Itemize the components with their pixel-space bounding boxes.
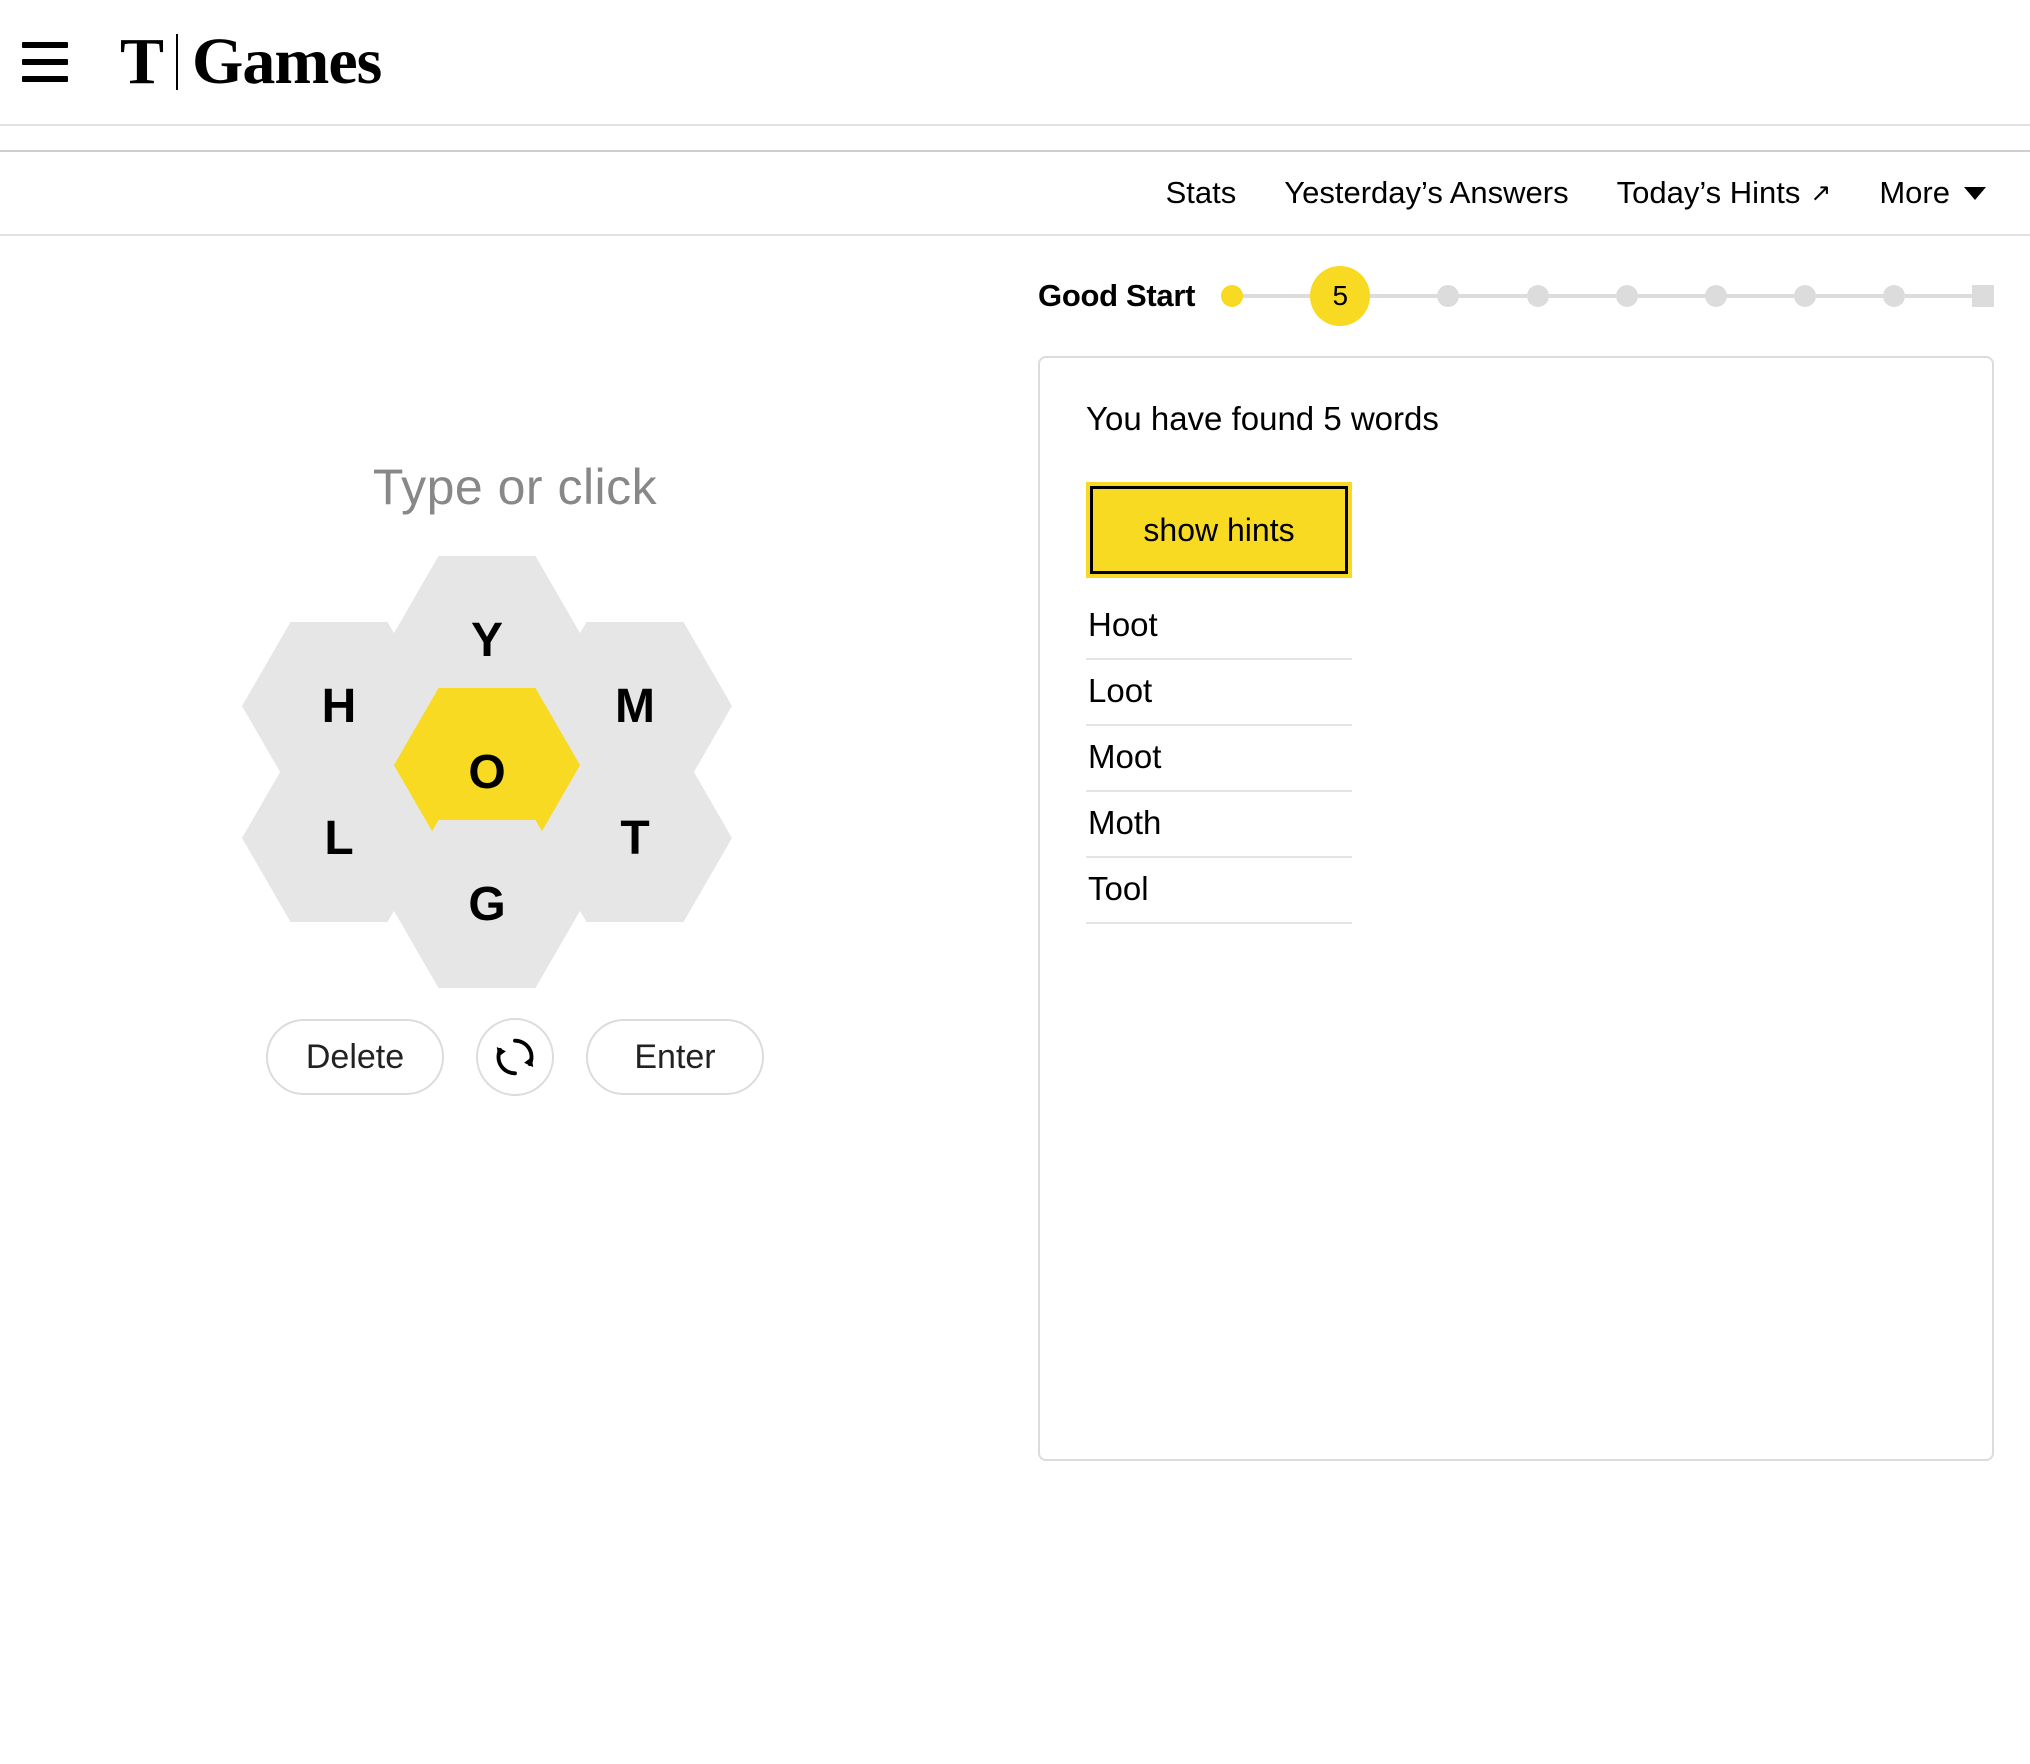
rank-queen-bee-marker[interactable] <box>1972 285 1995 307</box>
puzzle-column: Type or click Y H M O L T G Delete Enter <box>0 236 1030 1760</box>
hive-controls: Delete Enter <box>0 1018 1030 1096</box>
found-word-item[interactable]: Moth <box>1086 792 1352 858</box>
rank-line-segment <box>1548 294 1616 298</box>
hamburger-bar <box>22 76 68 82</box>
rank-line-segment <box>1459 294 1527 298</box>
external-link-icon: ↗ <box>1810 178 1832 207</box>
nav-label: Today’s Hints <box>1616 175 1801 210</box>
found-words-panel: You have found 5 words show hints Hoot L… <box>1038 356 1994 1461</box>
enter-button[interactable]: Enter <box>586 1019 764 1095</box>
found-words-list: Hoot Loot Moot Moth Tool <box>1086 594 1352 924</box>
logo-divider <box>176 34 179 90</box>
found-words-count: You have found 5 words <box>1086 400 1439 437</box>
rank-line-segment <box>1726 294 1794 298</box>
nav-label: Stats <box>1165 175 1237 210</box>
subnav-spacer <box>0 126 2030 152</box>
found-word-item[interactable]: Moot <box>1086 726 1352 792</box>
rank-dot[interactable] <box>1437 285 1460 307</box>
found-word-item[interactable]: Loot <box>1086 660 1352 726</box>
games-wordmark: Games <box>192 25 382 98</box>
nav-label: More <box>1879 175 1950 210</box>
nav-label: Yesterday’s Answers <box>1284 175 1569 210</box>
hamburger-menu-icon[interactable] <box>22 42 68 82</box>
main-content: Type or click Y H M O L T G Delete Enter <box>0 236 2030 1760</box>
nav-item-more[interactable]: More <box>1879 175 1986 211</box>
rank-progress-bar: Good Start 5 <box>1030 236 1995 356</box>
rank-label: Good Start <box>1038 278 1196 313</box>
rank-dot[interactable] <box>1615 285 1638 307</box>
rank-line-segment <box>1815 294 1883 298</box>
rank-track: 5 <box>1221 266 1995 326</box>
show-hints-button[interactable]: show hints <box>1086 482 1352 578</box>
shuffle-button[interactable] <box>476 1018 554 1096</box>
nyt-games-logo[interactable]: T Games <box>120 25 382 99</box>
subnav: Stats Yesterday’s Answers Today’s Hints … <box>0 152 2030 236</box>
hive-input-prompt[interactable]: Type or click <box>0 458 1030 516</box>
rank-line-segment <box>1637 294 1705 298</box>
rank-line-segment <box>1370 294 1438 298</box>
nyt-t-logo-icon: T <box>120 25 164 99</box>
hamburger-bar <box>22 59 68 65</box>
found-word-item[interactable]: Hoot <box>1086 594 1352 660</box>
rank-dot[interactable] <box>1793 285 1816 307</box>
rank-dot[interactable] <box>1882 285 1905 307</box>
rank-dot[interactable] <box>1526 285 1549 307</box>
nav-item-yesterdays-answers[interactable]: Yesterday’s Answers <box>1284 175 1568 211</box>
hamburger-bar <box>22 42 68 48</box>
found-word-item[interactable]: Tool <box>1086 858 1352 924</box>
shuffle-icon <box>496 1038 534 1076</box>
rank-line-segment <box>1904 294 1973 298</box>
hive: Y H M O L T G <box>242 556 762 988</box>
nav-item-todays-hints[interactable]: Today’s Hints ↗ <box>1617 175 1832 211</box>
rank-line-segment <box>1243 294 1311 298</box>
rank-dot-beginner[interactable] <box>1221 285 1244 307</box>
rank-dot[interactable] <box>1704 285 1727 307</box>
chevron-down-icon <box>1964 186 1986 200</box>
show-hints-button-label: show hints <box>1090 486 1348 574</box>
delete-button[interactable]: Delete <box>266 1019 444 1095</box>
nav-item-stats[interactable]: Stats <box>1166 175 1237 211</box>
rank-dot-current-score[interactable]: 5 <box>1310 266 1371 326</box>
masthead: T Games <box>0 0 2030 126</box>
results-column: Good Start 5 You have found 5 words show… <box>1030 236 2030 1760</box>
